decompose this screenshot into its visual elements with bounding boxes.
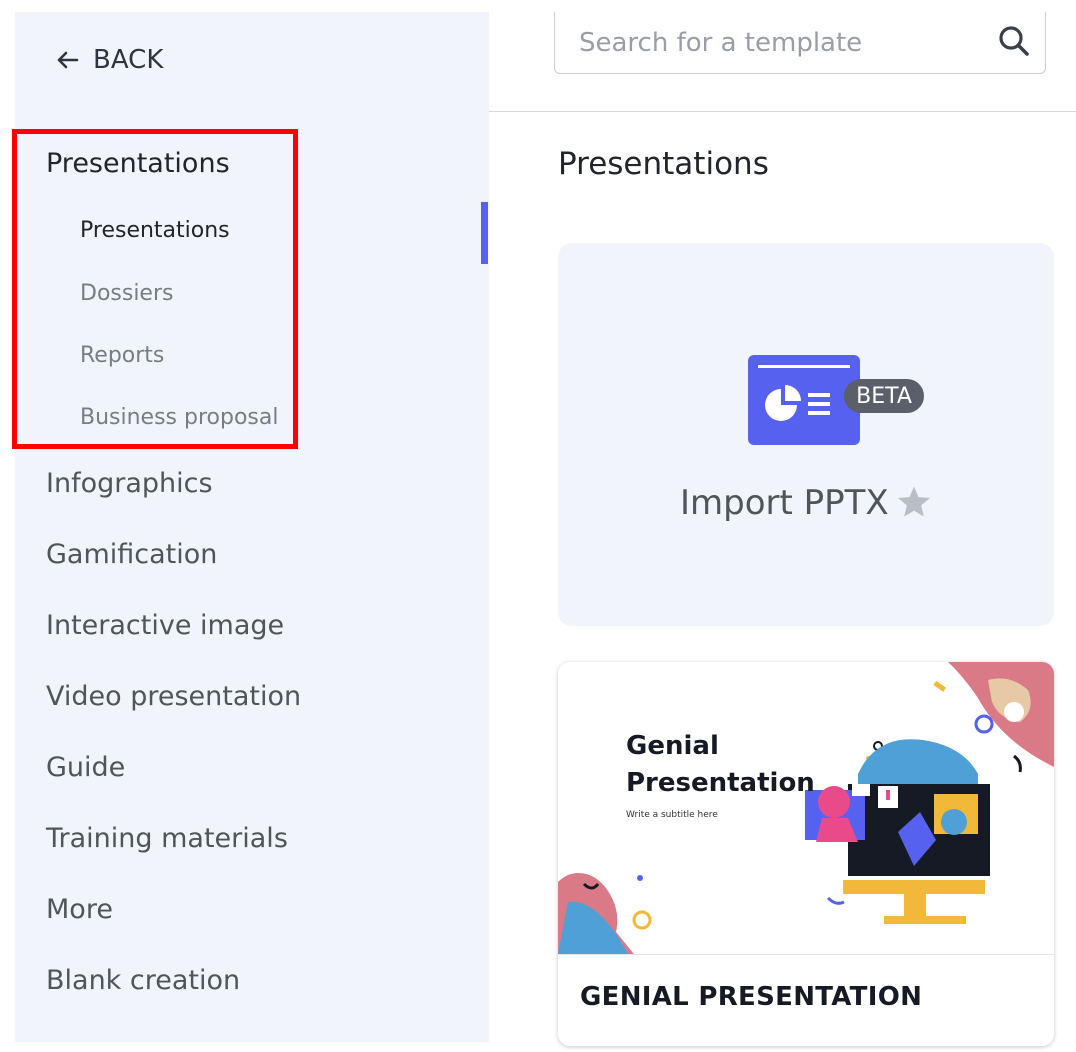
search-bar (554, 12, 1046, 74)
card-divider (558, 954, 1054, 955)
template-thumbnail: Genial Presentation Write a subtitle her… (558, 662, 1054, 954)
back-button[interactable]: BACK (55, 40, 163, 80)
import-pptx-card[interactable]: BETA Import PPTX (558, 243, 1054, 626)
thumbnail-title: Genial Presentation (626, 728, 815, 802)
search-input[interactable] (577, 22, 981, 64)
sidebar-subitem-reports[interactable]: Reports (80, 343, 164, 368)
sidebar-item-gamification[interactable]: Gamification (46, 539, 217, 570)
star-icon[interactable] (896, 485, 932, 523)
sidebar-item-video-presentation[interactable]: Video presentation (46, 681, 301, 712)
template-card-genial-presentation[interactable]: Genial Presentation Write a subtitle her… (558, 662, 1054, 1046)
active-indicator (481, 202, 488, 264)
sidebar-item-infographics[interactable]: Infographics (46, 468, 213, 499)
template-name: GENIAL PRESENTATION (580, 982, 923, 1012)
sidebar-subitem-presentations[interactable]: Presentations (80, 218, 230, 243)
sidebar-item-more[interactable]: More (46, 894, 113, 925)
sidebar-item-interactive-image[interactable]: Interactive image (46, 610, 284, 641)
import-pptx-label: Import PPTX (680, 483, 889, 523)
thumbnail-title-line1: Genial (626, 731, 719, 761)
sidebar-section-presentations[interactable]: Presentations (46, 148, 230, 179)
sidebar-item-training-materials[interactable]: Training materials (46, 823, 288, 854)
search-icon[interactable] (997, 24, 1031, 62)
beta-badge: BETA (844, 379, 924, 413)
sidebar-item-guide[interactable]: Guide (46, 752, 125, 783)
thumbnail-subtitle: Write a subtitle here (626, 810, 718, 820)
page-title: Presentations (558, 146, 769, 182)
sidebar-subitem-dossiers[interactable]: Dossiers (80, 281, 173, 306)
sidebar-subitem-business-proposal[interactable]: Business proposal (80, 405, 278, 430)
arrow-left-icon (55, 50, 79, 70)
sidebar-item-blank-creation[interactable]: Blank creation (46, 965, 240, 996)
header-divider (489, 111, 1076, 112)
thumbnail-illustration-icon (558, 662, 1054, 954)
back-label: BACK (93, 45, 164, 75)
thumbnail-title-line2: Presentation (626, 768, 815, 798)
